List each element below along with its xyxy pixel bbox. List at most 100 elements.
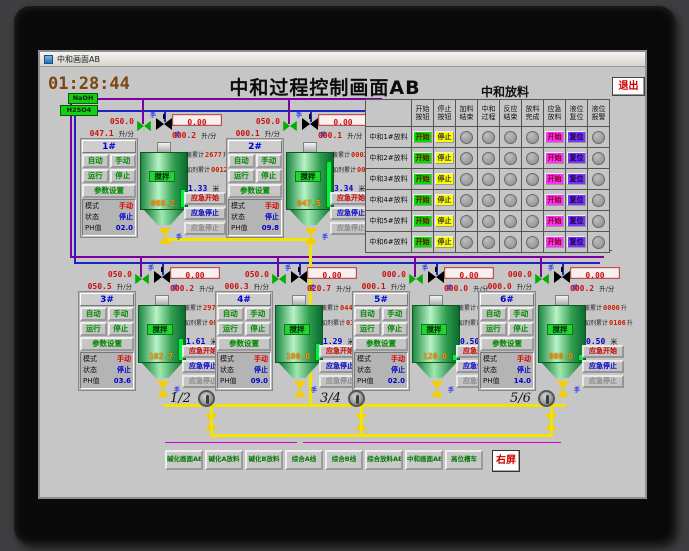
level-reset-chip[interactable]: 复位 [567,173,586,185]
feed-valve-icon [409,273,423,285]
valve-manual-tag: 手 [285,265,292,272]
emergency-discharge-chip[interactable]: 开始 [545,131,564,143]
valve-manual-tag: 手 [322,234,329,241]
start-chip[interactable]: 开始 [413,194,432,206]
emergency-stop-button[interactable]: 应急停止 [582,360,624,373]
stop-chip[interactable]: 停止 [435,131,454,143]
auto-button[interactable]: 自动 [80,307,107,321]
dosing-flow-readout: 000.2 升/分 [172,131,217,140]
stop-button[interactable]: 停止 [507,322,534,336]
params-button[interactable]: 参数设置 [80,337,134,351]
start-chip[interactable]: 开始 [413,215,432,227]
table-column-header: 液位复位 [566,100,588,127]
nav-button[interactable]: 综合B线 [325,450,363,470]
state-value: 停止 [391,366,405,374]
emergency-stop-disabled-button[interactable]: 应急停止 [184,222,226,235]
params-button[interactable]: 参数设置 [82,184,136,198]
pump-icon [197,390,215,407]
status-box: 模式 手动 状态 停止 PH值 02.0 [82,199,136,236]
start-chip[interactable]: 开始 [413,173,432,185]
reaction-done-indicator [504,172,517,186]
start-chip[interactable]: 开始 [413,131,432,143]
stop-chip[interactable]: 停止 [435,236,454,248]
emergency-stop-button[interactable]: 应急停止 [184,207,226,220]
run-button[interactable]: 运行 [480,322,507,336]
tank-control-panel: 6# 自动 手动 运行 停止 参数设置 模式 手动 状态 停止 PH值 14.0 [478,291,536,391]
auto-button[interactable]: 自动 [228,154,255,168]
emergency-discharge-chip[interactable]: 开始 [545,152,564,164]
level-reset-chip[interactable]: 复位 [567,131,586,143]
nav-button[interactable]: 综合放料AB [365,450,403,470]
emergency-discharge-chip[interactable]: 开始 [545,215,564,227]
stop-chip[interactable]: 停止 [435,173,454,185]
nav-button[interactable]: 中和画面AB [405,450,443,470]
nav-button[interactable]: 碱化A放料 [205,450,243,470]
nav-button[interactable]: 碱化B放料 [245,450,283,470]
window-titlebar[interactable]: 中和画面AB [40,52,645,67]
emergency-discharge-chip[interactable]: 开始 [545,236,564,248]
run-button[interactable]: 运行 [80,322,107,336]
manual-button[interactable]: 手动 [244,307,271,321]
nav-button[interactable]: 碱化画面AB [165,450,203,470]
table-row: 中和3#放料 开始 停止 开始 复位 [366,169,610,190]
auto-button[interactable]: 自动 [480,307,507,321]
emergency-discharge-chip[interactable]: 开始 [545,194,564,206]
stop-button[interactable]: 停止 [244,322,271,336]
level-reset-chip[interactable]: 复位 [567,194,586,206]
ph-value: 02.0 [387,377,405,385]
tank-graphic: 搅拌 098.2 [140,142,188,228]
flow-actual: 050.5 [87,282,112,291]
stop-button[interactable]: 停止 [255,169,282,183]
feed-done-indicator [460,235,473,249]
pipe-base-left-riser [74,110,76,264]
manual-button[interactable]: 手动 [107,307,134,321]
tank-control-panel: 1# 自动 手动 运行 停止 参数设置 模式 手动 状态 停止 PH值 02.0 [80,138,138,238]
params-button[interactable]: 参数设置 [480,337,534,351]
stop-button[interactable]: 停止 [381,322,408,336]
reaction-done-indicator [504,193,517,207]
outlet-valve-icon [159,228,171,244]
level-reset-chip[interactable]: 复位 [567,236,586,248]
start-chip[interactable]: 开始 [413,236,432,248]
valve-manual-tag: 手 [311,387,318,394]
neutralize-indicator [482,214,495,228]
run-button[interactable]: 运行 [82,169,109,183]
section-divider [303,442,561,443]
manual-button[interactable]: 手动 [109,154,136,168]
run-button[interactable]: 运行 [354,322,381,336]
stop-chip[interactable]: 停止 [435,194,454,206]
run-button[interactable]: 运行 [228,169,255,183]
emergency-start-button[interactable]: 应急开始 [184,192,226,205]
feed-flow-readout: 050.0 000.1 升/分 [226,114,280,139]
params-button[interactable]: 参数设置 [228,184,282,198]
params-button[interactable]: 参数设置 [217,337,271,351]
exit-button[interactable]: 退出 [612,77,645,96]
emergency-start-button[interactable]: 应急开始 [582,345,624,358]
right-screen-button[interactable]: 右屏 [492,450,520,472]
emergency-discharge-chip[interactable]: 开始 [545,173,564,185]
manual-button[interactable]: 手动 [381,307,408,321]
pump-label: 3/4 [320,391,341,406]
run-button[interactable]: 运行 [217,322,244,336]
manual-button[interactable]: 手动 [507,307,534,321]
auto-button[interactable]: 自动 [217,307,244,321]
level-reset-chip[interactable]: 复位 [567,215,586,227]
auto-button[interactable]: 自动 [82,154,109,168]
manual-button[interactable]: 手动 [255,154,282,168]
params-button[interactable]: 参数设置 [354,337,408,351]
stop-chip[interactable]: 停止 [435,152,454,164]
flow-unit: 升/分 [516,283,532,291]
nav-button[interactable]: 高位槽车 [445,450,483,470]
stop-chip[interactable]: 停止 [435,215,454,227]
start-chip[interactable]: 开始 [413,152,432,164]
nav-button[interactable]: 综合A线 [285,450,323,470]
ph-value: 09.0 [250,377,268,385]
level-reset-chip[interactable]: 复位 [567,152,586,164]
emergency-stop-disabled-button[interactable]: 应急停止 [582,375,624,388]
tank-body: 搅拌 100.0 [275,305,323,363]
tank-value: 047.5 [296,199,322,208]
stop-button[interactable]: 停止 [107,322,134,336]
stop-button[interactable]: 停止 [109,169,136,183]
outlet-valve-icon [431,381,443,397]
auto-button[interactable]: 自动 [354,307,381,321]
